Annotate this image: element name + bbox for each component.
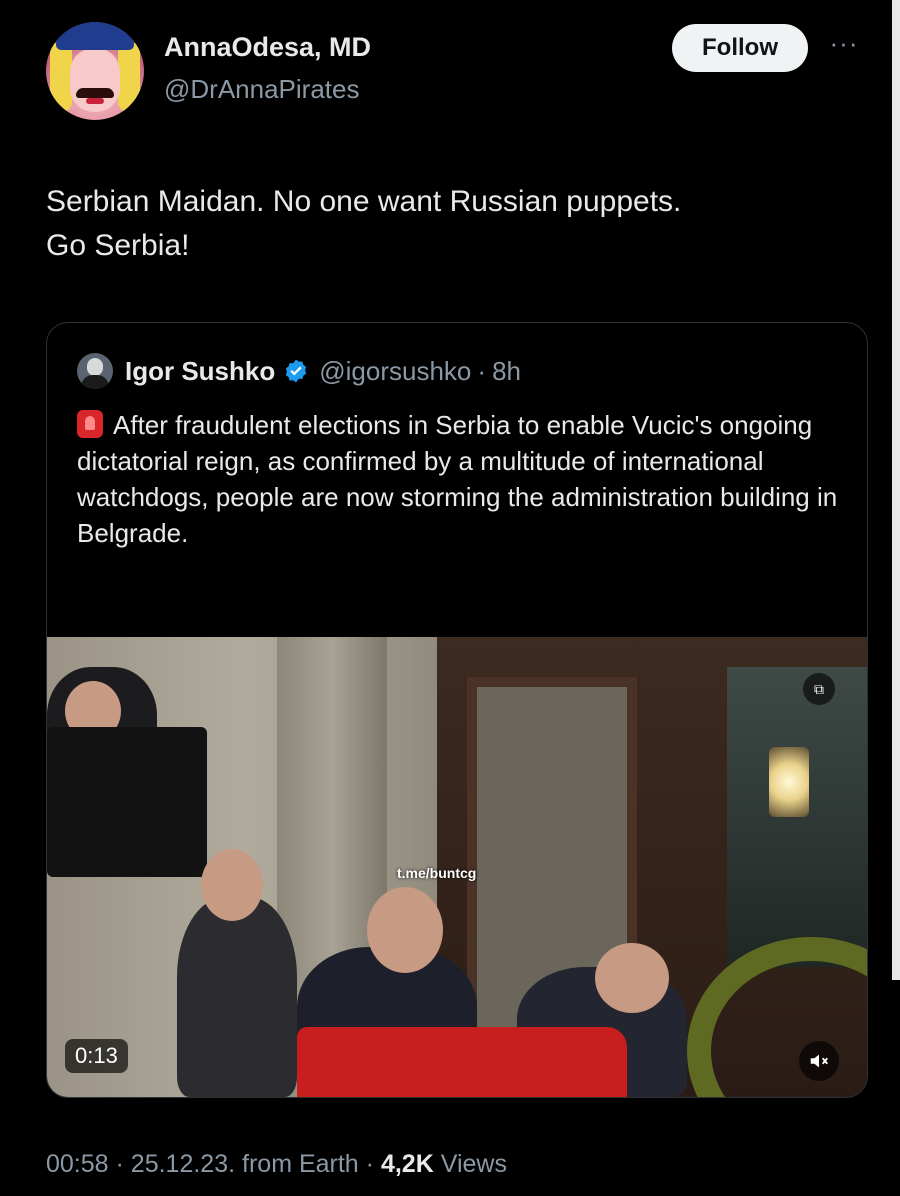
quoted-tweet-text: After fraudulent elections in Serbia to … [77, 407, 847, 551]
views-count[interactable]: 4,2K [381, 1150, 434, 1178]
meta-separator: · [365, 1150, 374, 1178]
tweet-text: Serbian Maidan. No one want Russian pupp… [46, 180, 866, 268]
quoted-author-handle[interactable]: @igorsushko [319, 356, 471, 387]
quoted-author-name[interactable]: Igor Sushko [125, 356, 275, 387]
quoted-tweet-card[interactable]: Igor Sushko @igorsushko · 8h After fraud… [46, 322, 868, 1098]
video-watermark: t.me/buntcg [397, 865, 477, 881]
quoted-author-avatar[interactable] [77, 353, 113, 389]
more-horizontal-icon[interactable]: ··· [824, 30, 864, 56]
author-avatar[interactable] [46, 22, 144, 120]
video-duration-badge: 0:13 [65, 1039, 128, 1073]
tweet-text-line-2: Go Serbia! [46, 229, 190, 262]
post-time[interactable]: 00:58 [46, 1150, 109, 1178]
views-label: Views [440, 1150, 507, 1178]
tweet-metadata: 00:58 · 25.12.23. from Earth · 4,2K View… [46, 1150, 507, 1179]
separator-dot: · [477, 355, 487, 386]
tweet-header: AnnaOdesa, MD @DrAnnaPirates Follow ··· [46, 22, 866, 122]
video-player[interactable]: t.me/buntcg ⧉ 0:13 [47, 637, 867, 1097]
verified-badge-icon [286, 359, 307, 383]
quoted-timestamp[interactable]: 8h [492, 356, 521, 387]
quoted-tweet-body: After fraudulent elections in Serbia to … [77, 410, 838, 548]
quoted-tweet-header: Igor Sushko @igorsushko · 8h [77, 353, 521, 389]
scrollbar[interactable] [892, 0, 900, 980]
post-date[interactable]: 25.12.23. [131, 1150, 235, 1178]
tweet-text-line-1: Serbian Maidan. No one want Russian pupp… [46, 185, 682, 218]
speaker-muted-icon[interactable] [799, 1041, 839, 1081]
author-handle[interactable]: @DrAnnaPirates [164, 74, 359, 105]
gif-icon[interactable]: ⧉ [803, 673, 835, 705]
meta-separator: · [115, 1150, 124, 1178]
rotating-light-icon [77, 410, 103, 438]
author-name[interactable]: AnnaOdesa, MD [164, 32, 371, 63]
follow-button[interactable]: Follow [672, 24, 808, 72]
post-source: from Earth [242, 1150, 359, 1178]
